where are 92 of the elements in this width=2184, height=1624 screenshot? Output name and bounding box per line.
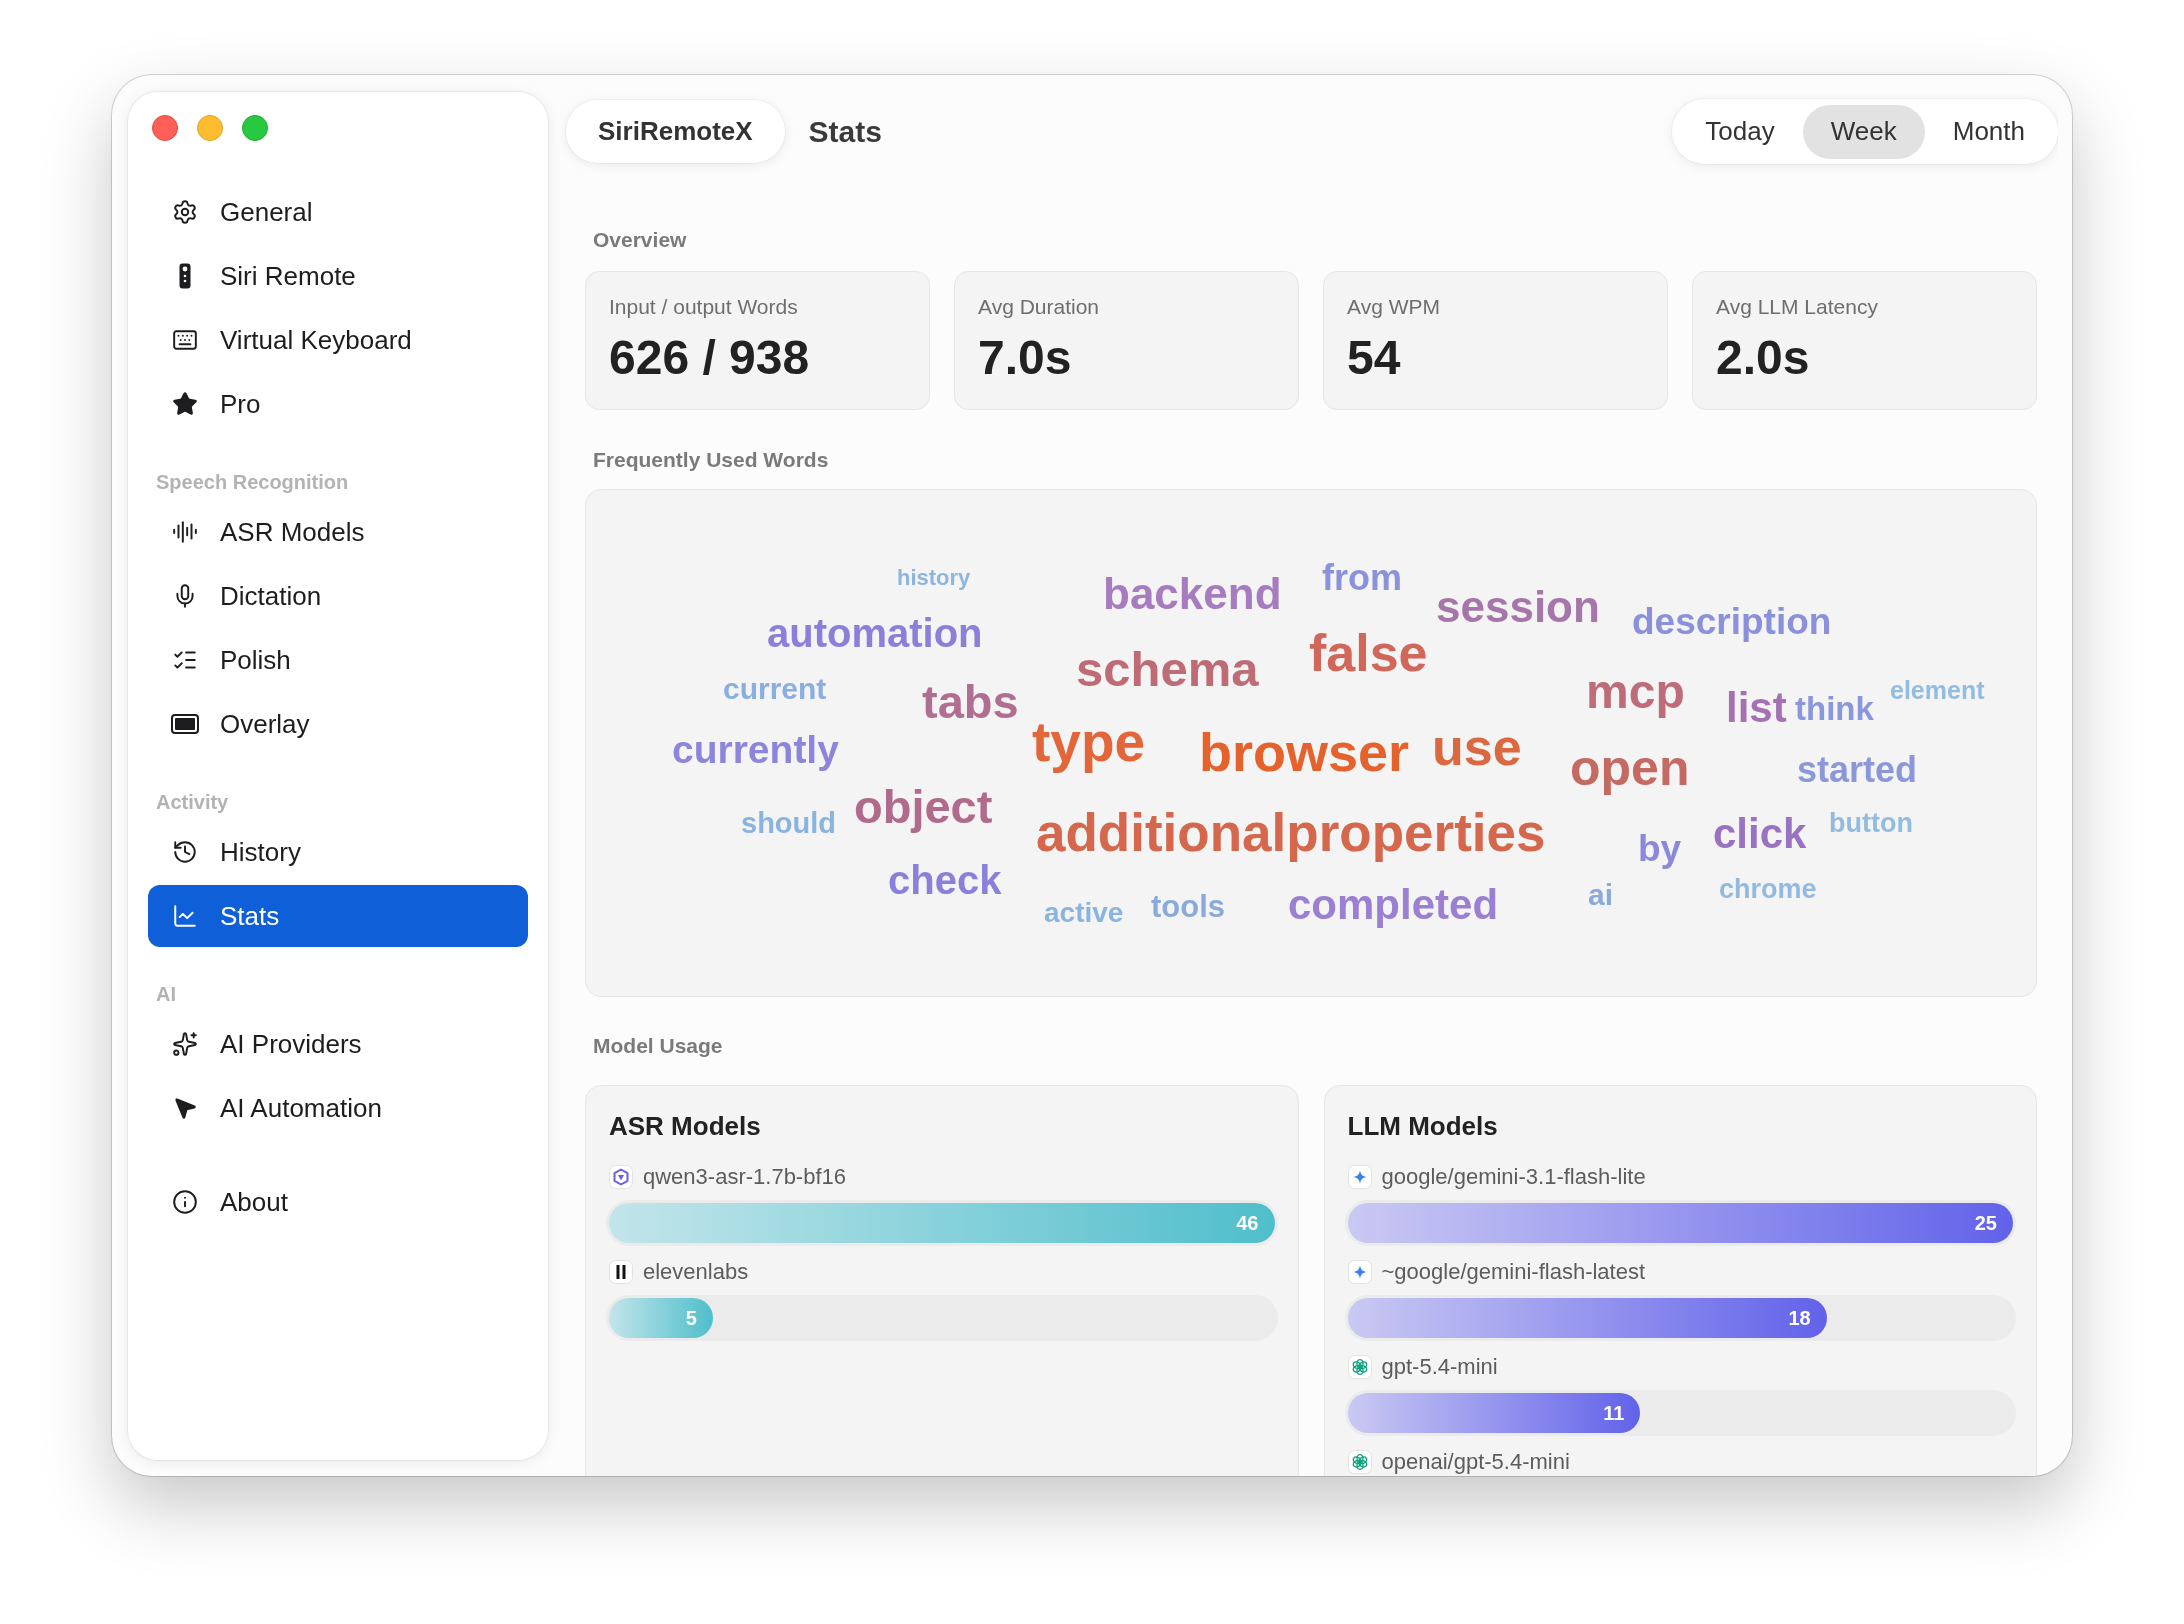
cloud-word: currently xyxy=(672,729,839,769)
cloud-word: check xyxy=(888,860,1002,900)
sidebar-item[interactable]: Dictation xyxy=(148,565,528,627)
usage-count: 18 xyxy=(1788,1306,1811,1330)
stat-value: 626 / 938 xyxy=(609,330,811,386)
history-icon xyxy=(172,839,198,865)
app-name-chip: SiriRemoteX xyxy=(566,100,785,163)
section-heading: Overview xyxy=(593,227,688,253)
cloud-word: from xyxy=(1322,560,1402,596)
cloud-word: mcp xyxy=(1586,668,1685,716)
sidebar-item[interactable]: Siri Remote xyxy=(148,245,528,307)
display-icon xyxy=(171,714,199,734)
cloud-word: description xyxy=(1632,602,1832,640)
cloud-word: by xyxy=(1638,829,1682,867)
cloud-word: tools xyxy=(1151,890,1226,922)
cloud-word: false xyxy=(1309,627,1428,679)
cloud-word: open xyxy=(1570,743,1690,793)
sidebar-item[interactable]: AI Automation xyxy=(148,1077,528,1139)
cloud-word: completed xyxy=(1288,884,1499,926)
sidebar-item[interactable]: AI Providers xyxy=(148,1013,528,1075)
page-title: Stats xyxy=(808,114,882,149)
keyboard-icon xyxy=(172,327,198,353)
section-heading: Activity xyxy=(155,790,230,815)
cloud-word: think xyxy=(1795,691,1874,725)
star-icon xyxy=(172,391,198,417)
stat-label: Input / output Words xyxy=(609,294,799,320)
model-name: google/gemini-3.1-flash-lite xyxy=(1381,1164,1646,1190)
cloud-word: started xyxy=(1797,752,1918,788)
model-name: elevenlabs xyxy=(643,1259,749,1285)
card-title: LLM Models xyxy=(1347,1110,1499,1142)
usage-count: 25 xyxy=(1974,1211,1997,1235)
cloud-word: backend xyxy=(1103,572,1282,616)
cloud-word: tabs xyxy=(922,677,1019,725)
minimize-button[interactable] xyxy=(197,115,223,141)
two-bars-icon xyxy=(609,1260,633,1284)
remote-icon xyxy=(179,263,191,289)
stat-value: 2.0s xyxy=(1716,330,1811,386)
cloud-word: button xyxy=(1829,809,1913,837)
cloud-word: list xyxy=(1726,687,1787,729)
zoom-button[interactable] xyxy=(242,115,268,141)
section-heading: Speech Recognition xyxy=(155,470,350,495)
stat-label: Avg Duration xyxy=(978,294,1101,320)
stat-label: Avg LLM Latency xyxy=(1716,294,1879,320)
sidebar-item[interactable]: Overlay xyxy=(148,693,528,755)
sidebar-item[interactable]: General xyxy=(148,181,528,243)
stat-value: 54 xyxy=(1347,330,1402,386)
cloud-word: click xyxy=(1713,813,1807,855)
sidebar-item[interactable]: Virtual Keyboard xyxy=(148,309,528,371)
usage-count: 46 xyxy=(1236,1211,1259,1235)
sparkles-icon xyxy=(172,1031,198,1057)
sparkle-icon xyxy=(1347,1165,1372,1189)
cloud-word: schema xyxy=(1076,644,1259,694)
cloud-word: chrome xyxy=(1719,875,1817,903)
sidebar-item[interactable]: ASR Models xyxy=(148,501,528,563)
sidebar-item[interactable]: History xyxy=(148,821,528,883)
line-chart-icon xyxy=(172,903,198,929)
stat-value: 7.0s xyxy=(978,330,1073,386)
cloud-word: ai xyxy=(1588,880,1614,910)
period-tab[interactable]: Week xyxy=(1802,104,1925,159)
period-tab[interactable]: Today xyxy=(1677,104,1803,159)
cloud-word: history xyxy=(897,567,971,589)
settings-icon xyxy=(172,199,198,225)
sidebar-item[interactable]: Pro xyxy=(148,373,528,435)
model-name: gpt-5.4-mini xyxy=(1381,1354,1498,1380)
close-button[interactable] xyxy=(152,115,178,141)
cloud-word: browser xyxy=(1199,725,1410,779)
model-name: qwen3-asr-1.7b-bf16 xyxy=(643,1164,846,1190)
knot-icon xyxy=(1347,1355,1372,1379)
section-heading: Frequently Used Words xyxy=(593,447,830,473)
card-title: ASR Models xyxy=(609,1110,762,1142)
cloud-word: current xyxy=(723,674,827,704)
usage-count: 5 xyxy=(685,1306,697,1330)
cloud-word: automation xyxy=(767,613,983,653)
sparkle-icon xyxy=(1347,1260,1372,1284)
stat-label: Avg WPM xyxy=(1347,294,1441,320)
cloud-word: should xyxy=(741,808,837,838)
cloud-word: use xyxy=(1432,721,1522,773)
info-icon xyxy=(172,1189,198,1215)
usage-count: 11 xyxy=(1603,1401,1625,1425)
cursor-icon xyxy=(172,1095,198,1121)
cloud-word: session xyxy=(1436,585,1600,629)
model-name: ~google/gemini-flash-latest xyxy=(1381,1259,1646,1285)
model-name: openai/gpt-5.4-mini xyxy=(1381,1449,1570,1475)
sidebar-item[interactable]: Polish xyxy=(148,629,528,691)
period-tab[interactable]: Month xyxy=(1924,104,2053,159)
section-heading: AI xyxy=(155,982,177,1007)
section-heading: Model Usage xyxy=(593,1033,724,1059)
sidebar-item[interactable]: About xyxy=(148,1171,528,1233)
cloud-word: element xyxy=(1890,677,1985,703)
cloud-word: active xyxy=(1044,899,1124,927)
sidebar-item[interactable]: Stats xyxy=(148,885,528,947)
waveform-icon xyxy=(172,519,198,545)
